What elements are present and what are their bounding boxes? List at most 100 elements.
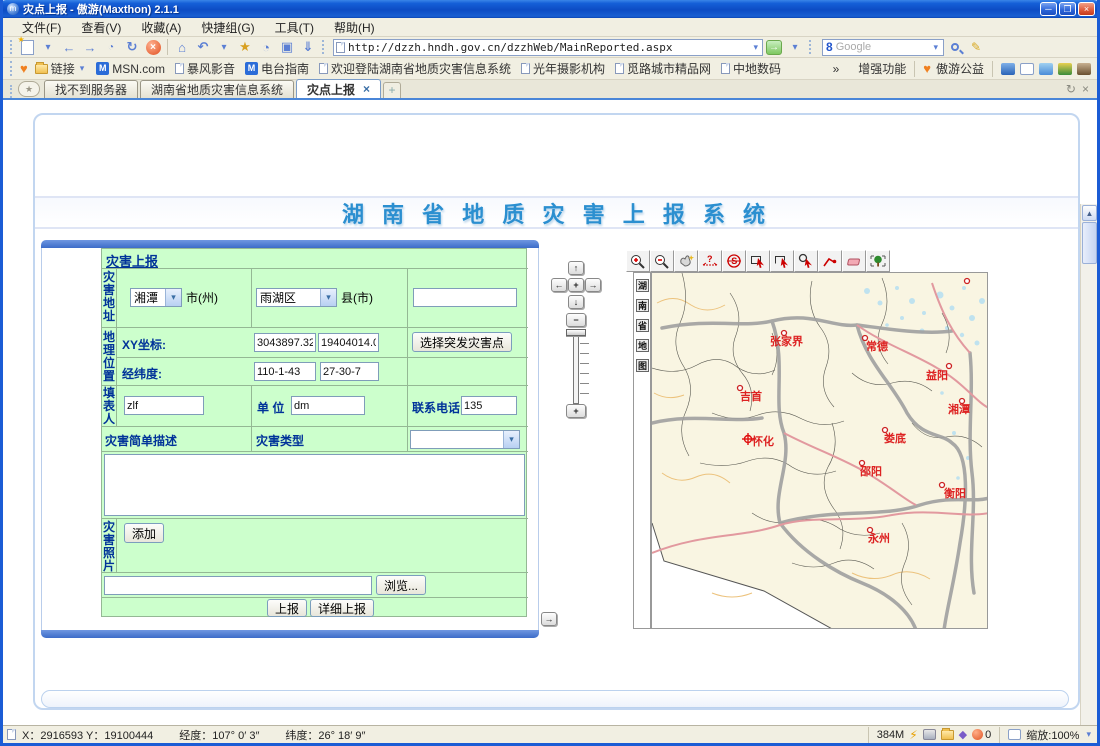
x-coordinate-input[interactable] — [254, 333, 316, 352]
filler-name-input[interactable] — [124, 396, 204, 415]
charity-button[interactable]: 傲游公益 — [936, 60, 984, 77]
stop-button[interactable]: × — [143, 38, 163, 56]
undo-button[interactable]: ↶ — [193, 38, 213, 56]
address-bar[interactable]: ▾ — [333, 39, 763, 56]
map-canvas[interactable]: 张家界 常德 益阳 湘潭 吉首 怀化 娄底 邵阳 衡阳 永州 — [651, 272, 988, 629]
menu-view[interactable]: 查看(V) — [72, 18, 130, 37]
map-measure-distance-button[interactable]: ? — [698, 250, 722, 272]
pen-icon[interactable] — [1058, 63, 1072, 75]
address-dropdown-icon[interactable]: ▾ — [751, 42, 760, 53]
zoom-slider-handle[interactable] — [566, 329, 586, 336]
window-icon[interactable] — [1020, 63, 1034, 75]
bookmark-photo[interactable]: 光年摄影机构 — [518, 59, 608, 78]
description-textarea[interactable] — [104, 454, 525, 516]
favorites-panel-button[interactable]: ★ — [18, 81, 40, 97]
county-select[interactable]: 雨湖区 ▾ — [256, 288, 337, 307]
map-measure-area-button[interactable]: S — [722, 250, 746, 272]
address-input[interactable] — [348, 41, 748, 54]
tab-server-not-found[interactable]: 找不到服务器 — [44, 80, 138, 98]
app-icon[interactable] — [1077, 63, 1091, 75]
minimize-button[interactable]: ─ — [1040, 2, 1057, 16]
scroll-thumb[interactable] — [1082, 222, 1097, 264]
menu-favorites[interactable]: 收藏(A) — [132, 18, 190, 37]
new-page-button[interactable] — [17, 38, 37, 56]
history-button[interactable]: ◔ — [256, 38, 276, 56]
enhance-button[interactable]: 增强功能 — [858, 60, 906, 77]
pan-center-button[interactable]: + — [568, 278, 584, 292]
zoom-in-step-button[interactable]: + — [566, 404, 586, 418]
city-select[interactable]: 湘潭 ▾ — [130, 288, 182, 307]
submit-button[interactable]: 上报 — [267, 599, 307, 617]
flash-icon[interactable]: ⚡ — [909, 728, 917, 742]
window-resize-icon[interactable] — [1008, 729, 1021, 740]
layer-chip-tu[interactable]: 图 — [636, 359, 649, 372]
search-engine-dropdown[interactable]: ▾ — [931, 42, 940, 53]
layer-chip-hu[interactable]: 湖 — [636, 279, 649, 292]
pan-down-button[interactable]: ↓ — [568, 295, 584, 309]
search-box[interactable]: 8 Google ▾ — [822, 39, 944, 56]
recently-closed-button[interactable]: ↻ — [1066, 82, 1076, 96]
go-button[interactable]: → — [764, 38, 784, 56]
close-tab-button[interactable]: × — [1082, 82, 1089, 96]
magic-fill-button[interactable]: ★ — [235, 38, 255, 56]
new-page-dropdown[interactable]: ▾ — [38, 38, 58, 56]
address-detail-input[interactable] — [413, 288, 517, 307]
disaster-type-select[interactable]: ▾ — [410, 430, 520, 449]
phone-input[interactable] — [461, 396, 517, 415]
restore-button[interactable]: ❐ — [1059, 2, 1076, 16]
menu-help[interactable]: 帮助(H) — [325, 18, 384, 37]
bookmark-msn[interactable]: MMSN.com — [93, 61, 168, 77]
home-button[interactable]: ⌂ — [172, 38, 192, 56]
y-coordinate-input[interactable] — [318, 333, 379, 352]
zoom-out-step-button[interactable]: − — [566, 313, 586, 327]
add-photo-button[interactable]: 添加 — [124, 523, 164, 543]
map-zoom-out-button[interactable] — [650, 250, 674, 272]
undo-dropdown[interactable]: ▾ — [214, 38, 234, 56]
tab-close-icon[interactable]: × — [363, 82, 370, 96]
map-zoom-in-button[interactable] — [626, 250, 650, 272]
popup-blocker[interactable]: 0 — [972, 729, 991, 741]
menu-tools[interactable]: 工具(T) — [266, 18, 323, 37]
folder-status-icon[interactable] — [941, 730, 954, 740]
layer-chip-nan[interactable]: 南 — [636, 299, 649, 312]
map-select-box-button[interactable] — [770, 250, 794, 272]
tab-disaster-report[interactable]: 灾点上报 × — [296, 79, 381, 98]
plugin-diamond-icon[interactable]: ◆ — [959, 728, 967, 741]
bookmark-city[interactable]: 觅路城市精品网 — [612, 59, 714, 78]
frames-button[interactable]: ▣ — [277, 38, 297, 56]
latitude-input[interactable] — [320, 362, 379, 381]
bookmark-storm[interactable]: 暴风影音 — [172, 59, 238, 78]
forward-button[interactable]: → — [80, 38, 100, 56]
links-folder[interactable]: 链接 ▾ — [32, 59, 90, 78]
download-button[interactable]: ⇓ — [298, 38, 318, 56]
scroll-up-button[interactable]: ▲ — [1082, 205, 1097, 221]
map-identify-button[interactable] — [794, 250, 818, 272]
browse-button[interactable]: 浏览... — [376, 575, 426, 595]
pan-left-button[interactable]: ← — [551, 278, 567, 292]
photo-file-input[interactable] — [104, 576, 372, 595]
monitor-icon[interactable] — [1001, 63, 1015, 75]
pan-up-button[interactable]: ↑ — [568, 261, 584, 275]
zoom-slider-track[interactable] — [573, 330, 579, 404]
pan-right-button[interactable]: → — [585, 278, 601, 292]
map-zoom-box-button[interactable] — [746, 250, 770, 272]
favorites-heart-icon[interactable]: ♥ — [20, 61, 28, 76]
refresh-button[interactable]: ↻ — [122, 38, 142, 56]
map-draw-line-button[interactable] — [818, 250, 842, 272]
bookmark-hunan-geo[interactable]: 欢迎登陆湖南省地质灾害信息系统 — [316, 59, 514, 78]
layer-chip-sheng[interactable]: 省 — [636, 319, 649, 332]
pan-next-button[interactable]: → — [541, 612, 557, 626]
map-eraser-button[interactable] — [842, 250, 866, 272]
bookmarks-overflow-button[interactable]: » — [833, 62, 840, 76]
map-pan-button[interactable] — [674, 250, 698, 272]
vertical-scrollbar[interactable]: ▲ ▼ — [1080, 204, 1097, 746]
pick-disaster-point-button[interactable]: 选择突发灾害点 — [412, 332, 512, 352]
go-dropdown[interactable]: ▾ — [785, 38, 805, 56]
back-button[interactable]: ← — [59, 38, 79, 56]
new-tab-button[interactable]: + — [383, 82, 401, 98]
notes-icon[interactable] — [1039, 63, 1053, 75]
zoom-dropdown-icon[interactable]: ▾ — [1084, 729, 1093, 740]
highlight-button[interactable]: ✎ — [966, 38, 986, 56]
unit-input[interactable] — [291, 396, 365, 415]
tab-hunan-geo-system[interactable]: 湖南省地质灾害信息系统 — [140, 80, 294, 98]
